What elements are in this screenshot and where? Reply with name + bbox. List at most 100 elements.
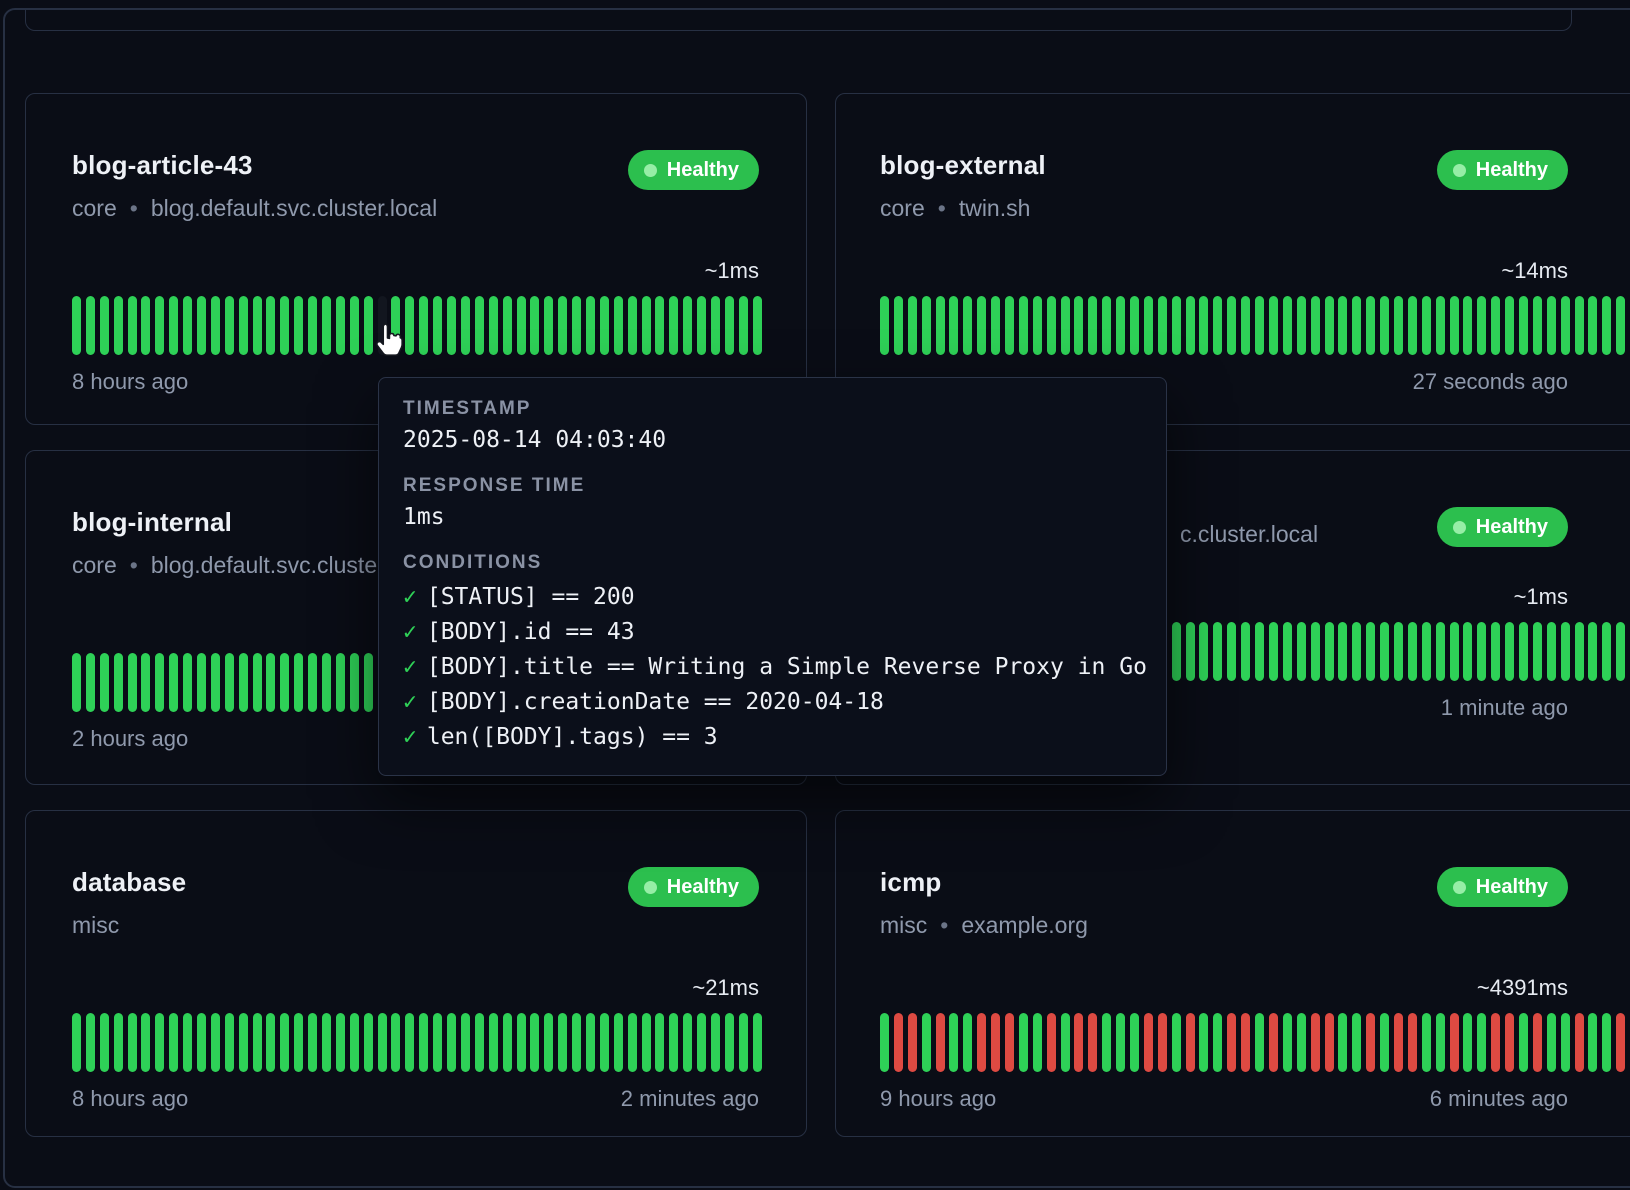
status-bar[interactable] xyxy=(1533,1013,1542,1072)
status-bar[interactable] xyxy=(600,296,609,355)
status-bar[interactable] xyxy=(350,1013,359,1072)
status-bar[interactable] xyxy=(1380,1013,1389,1072)
status-bar[interactable] xyxy=(1616,296,1625,355)
status-bar[interactable] xyxy=(364,296,373,355)
status-bar[interactable] xyxy=(1088,1013,1097,1072)
status-bar[interactable] xyxy=(922,296,931,355)
status-bar[interactable] xyxy=(86,296,95,355)
status-bar[interactable] xyxy=(225,653,234,712)
status-bar[interactable] xyxy=(572,296,581,355)
status-bar[interactable] xyxy=(1588,1013,1597,1072)
status-bar[interactable] xyxy=(1325,296,1334,355)
status-bar[interactable] xyxy=(697,1013,706,1072)
status-bar[interactable] xyxy=(991,296,1000,355)
status-bar[interactable] xyxy=(1463,296,1472,355)
status-bar[interactable] xyxy=(503,1013,512,1072)
status-bar[interactable] xyxy=(1116,1013,1125,1072)
status-bar[interactable] xyxy=(1477,1013,1486,1072)
status-bar[interactable] xyxy=(1352,296,1361,355)
status-bar[interactable] xyxy=(711,1013,720,1072)
status-bar[interactable] xyxy=(1158,296,1167,355)
status-bar[interactable] xyxy=(908,296,917,355)
status-bar[interactable] xyxy=(1074,1013,1083,1072)
status-bar[interactable] xyxy=(1227,1013,1236,1072)
status-bar[interactable] xyxy=(1352,1013,1361,1072)
status-bar[interactable] xyxy=(1144,1013,1153,1072)
status-bar[interactable] xyxy=(1575,622,1584,681)
endpoint-card[interactable]: icmp misc•example.org Healthy ~4391ms 9 … xyxy=(835,810,1630,1137)
status-bar[interactable] xyxy=(517,296,526,355)
status-bar[interactable] xyxy=(280,296,289,355)
status-bar[interactable] xyxy=(894,1013,903,1072)
status-bar[interactable] xyxy=(239,296,248,355)
status-bar[interactable] xyxy=(100,296,109,355)
status-bar[interactable] xyxy=(1116,296,1125,355)
status-bar[interactable] xyxy=(391,296,400,355)
status-bar[interactable] xyxy=(128,296,137,355)
status-bar[interactable] xyxy=(1450,622,1459,681)
status-bar[interactable] xyxy=(294,1013,303,1072)
status-bar[interactable] xyxy=(1311,622,1320,681)
status-bar[interactable] xyxy=(1616,622,1625,681)
status-bar[interactable] xyxy=(1047,1013,1056,1072)
status-bar[interactable] xyxy=(100,1013,109,1072)
status-bar[interactable] xyxy=(600,1013,609,1072)
status-bar[interactable] xyxy=(294,653,303,712)
status-bar[interactable] xyxy=(655,296,664,355)
status-bar[interactable] xyxy=(1283,622,1292,681)
status-bar[interactable] xyxy=(614,296,623,355)
status-bar[interactable] xyxy=(447,1013,456,1072)
status-bar[interactable] xyxy=(614,1013,623,1072)
status-bar[interactable] xyxy=(1325,1013,1334,1072)
status-bar[interactable] xyxy=(197,1013,206,1072)
status-bar[interactable] xyxy=(880,1013,889,1072)
status-bar[interactable] xyxy=(1450,1013,1459,1072)
status-bar[interactable] xyxy=(364,653,373,712)
status-bar[interactable] xyxy=(294,296,303,355)
status-bar[interactable] xyxy=(544,1013,553,1072)
status-bar[interactable] xyxy=(1463,622,1472,681)
status-bar[interactable] xyxy=(558,1013,567,1072)
status-bar[interactable] xyxy=(308,296,317,355)
status-bar[interactable] xyxy=(642,296,651,355)
status-bar[interactable] xyxy=(1561,296,1570,355)
status-bar[interactable] xyxy=(1186,296,1195,355)
previous-card-partial[interactable] xyxy=(25,9,1572,31)
status-bar[interactable] xyxy=(489,296,498,355)
status-bar[interactable] xyxy=(1199,1013,1208,1072)
status-bar[interactable] xyxy=(336,1013,345,1072)
status-bar[interactable] xyxy=(364,1013,373,1072)
status-bar[interactable] xyxy=(517,1013,526,1072)
status-bar[interactable] xyxy=(683,1013,692,1072)
status-bar[interactable] xyxy=(922,1013,931,1072)
status-bar[interactable] xyxy=(266,296,275,355)
status-bar[interactable] xyxy=(936,296,945,355)
status-bar[interactable] xyxy=(1394,622,1403,681)
status-bar[interactable] xyxy=(461,296,470,355)
status-bar[interactable] xyxy=(419,296,428,355)
status-bar[interactable] xyxy=(350,653,359,712)
status-bar[interactable] xyxy=(1477,296,1486,355)
status-bar[interactable] xyxy=(1283,296,1292,355)
status-bar[interactable] xyxy=(322,296,331,355)
status-bar[interactable] xyxy=(1588,622,1597,681)
status-bar[interactable] xyxy=(1144,296,1153,355)
status-bar[interactable] xyxy=(1436,296,1445,355)
status-bar[interactable] xyxy=(1394,296,1403,355)
status-bar[interactable] xyxy=(1338,622,1347,681)
status-bar[interactable] xyxy=(183,653,192,712)
status-bar[interactable] xyxy=(1505,1013,1514,1072)
status-bar[interactable] xyxy=(155,1013,164,1072)
status-bar[interactable] xyxy=(1186,1013,1195,1072)
status-bar[interactable] xyxy=(1561,622,1570,681)
status-bar[interactable] xyxy=(114,1013,123,1072)
status-bar[interactable] xyxy=(894,296,903,355)
status-bar[interactable] xyxy=(378,296,387,355)
status-bar[interactable] xyxy=(628,1013,637,1072)
status-bar[interactable] xyxy=(253,1013,262,1072)
status-bar[interactable] xyxy=(1491,296,1500,355)
status-bar[interactable] xyxy=(322,653,331,712)
status-bar[interactable] xyxy=(1255,1013,1264,1072)
status-bar[interactable] xyxy=(1005,296,1014,355)
status-bar[interactable] xyxy=(725,296,734,355)
